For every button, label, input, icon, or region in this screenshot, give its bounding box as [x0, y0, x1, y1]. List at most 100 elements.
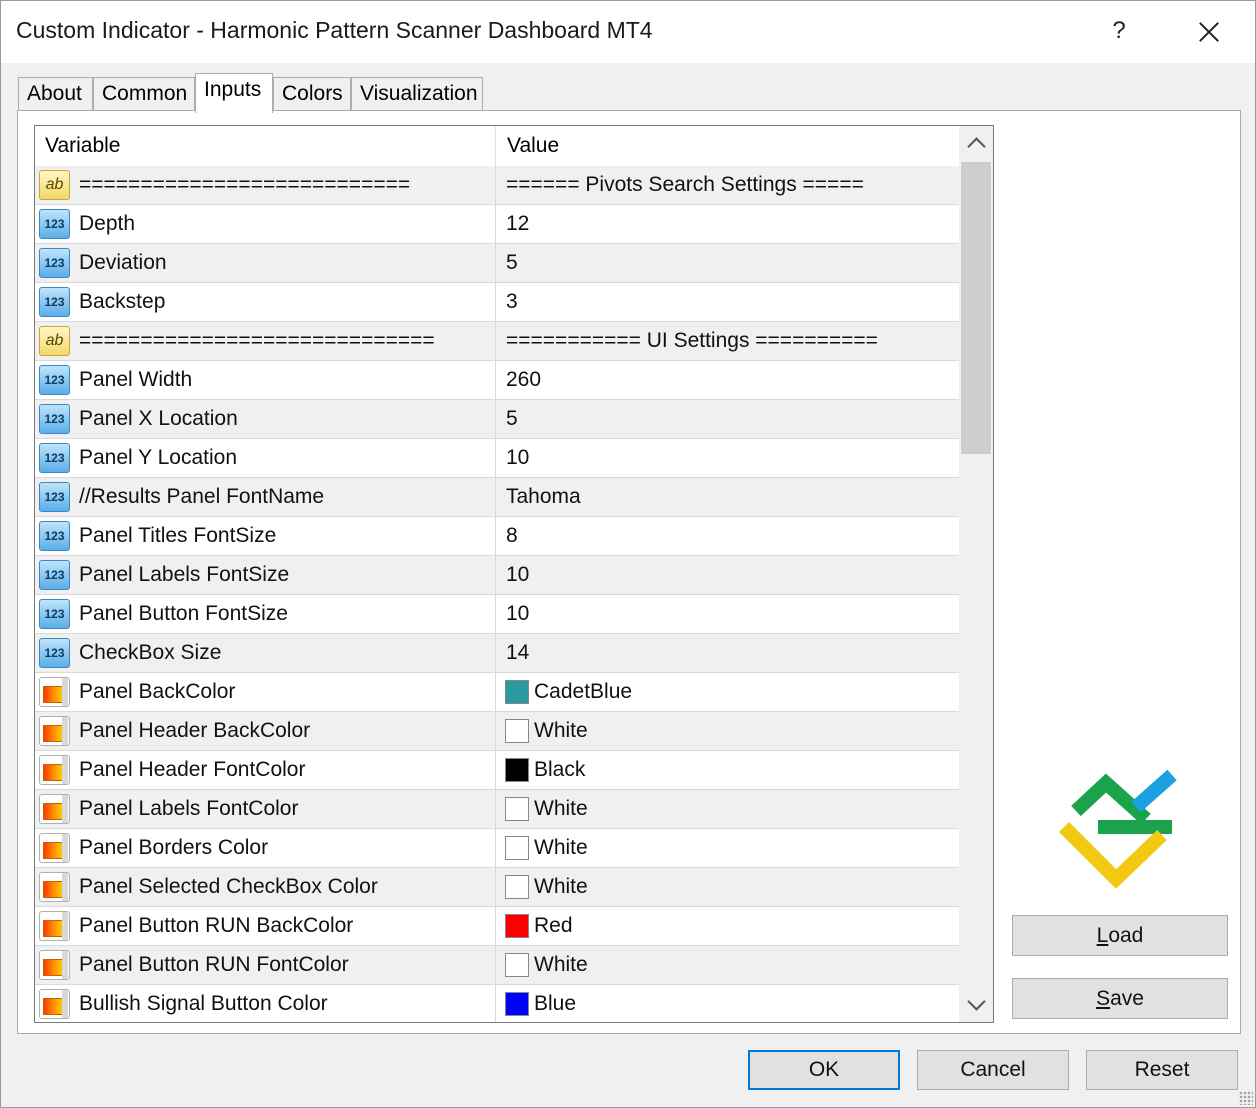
tab-about[interactable]: About: [18, 77, 93, 111]
table-row[interactable]: Panel Button RUN BackColor Red: [35, 907, 959, 946]
table-row[interactable]: 123 Panel Y Location 10: [35, 439, 959, 478]
variable-cell[interactable]: 123 Panel Button FontSize: [35, 595, 496, 633]
variable-cell[interactable]: 123 CheckBox Size: [35, 634, 496, 672]
variable-cell[interactable]: Panel Header FontColor: [35, 751, 496, 789]
table-row[interactable]: ab =========================== ====== Pivo…: [35, 166, 959, 205]
table-row[interactable]: Panel Header FontColor Black: [35, 751, 959, 790]
variable-cell[interactable]: Panel Header BackColor: [35, 712, 496, 750]
value-cell[interactable]: =========== UI Settings ==========: [497, 322, 959, 360]
variable-cell[interactable]: 123 Panel Titles FontSize: [35, 517, 496, 555]
value-cell[interactable]: 5: [497, 244, 959, 282]
column-header-value[interactable]: Value: [497, 126, 959, 166]
value-cell[interactable]: 8: [497, 517, 959, 555]
tab-visualization[interactable]: Visualization: [351, 77, 483, 111]
color-swatch: [505, 953, 529, 977]
help-button[interactable]: ?: [1097, 5, 1141, 57]
value-cell[interactable]: White: [497, 946, 959, 984]
table-row[interactable]: 123 Deviation 5: [35, 244, 959, 283]
variable-cell[interactable]: ab ===========================: [35, 166, 496, 204]
table-row[interactable]: 123 Backstep 3: [35, 283, 959, 322]
value-text: 10: [506, 563, 530, 586]
scroll-down-icon[interactable]: [959, 988, 993, 1022]
variable-cell[interactable]: Panel Button RUN FontColor: [35, 946, 496, 984]
variable-cell[interactable]: 123 Panel X Location: [35, 400, 496, 438]
litefinance-logo-icon: [1059, 769, 1177, 889]
color-type-icon: [39, 716, 70, 746]
variable-cell[interactable]: Panel BackColor: [35, 673, 496, 711]
resize-grip-icon[interactable]: [1239, 1091, 1253, 1105]
variable-cell[interactable]: Panel Labels FontColor: [35, 790, 496, 828]
value-cell[interactable]: Red: [497, 907, 959, 945]
table-row[interactable]: ab ============================= =========…: [35, 322, 959, 361]
value-cell[interactable]: White: [497, 868, 959, 906]
table-row[interactable]: 123 Panel X Location 5: [35, 400, 959, 439]
table-row[interactable]: Panel Labels FontColor White: [35, 790, 959, 829]
scroll-thumb[interactable]: [961, 162, 991, 454]
load-button[interactable]: Load: [1012, 915, 1228, 956]
color-type-icon: [39, 872, 70, 902]
tab-colors[interactable]: Colors: [273, 77, 351, 111]
value-cell[interactable]: 10: [497, 439, 959, 477]
value-text: 12: [506, 212, 530, 235]
variable-cell[interactable]: ab =============================: [35, 322, 496, 360]
variable-cell[interactable]: 123 Depth: [35, 205, 496, 243]
integer-type-icon: 123: [39, 521, 70, 551]
value-cell[interactable]: 14: [497, 634, 959, 672]
variable-name: Panel Button RUN BackColor: [79, 914, 354, 937]
value-cell[interactable]: 5: [497, 400, 959, 438]
variable-cell[interactable]: 123 //Results Panel FontName: [35, 478, 496, 516]
save-button[interactable]: Save: [1012, 978, 1228, 1019]
ok-button[interactable]: OK: [748, 1050, 900, 1090]
table-row[interactable]: 123 Panel Labels FontSize 10: [35, 556, 959, 595]
value-cell[interactable]: ====== Pivots Search Settings =====: [497, 166, 959, 204]
string-type-icon: ab: [39, 170, 70, 200]
scroll-up-icon[interactable]: [959, 126, 993, 160]
table-row[interactable]: Panel Borders Color White: [35, 829, 959, 868]
variable-cell[interactable]: Panel Button RUN BackColor: [35, 907, 496, 945]
variable-cell[interactable]: 123 Deviation: [35, 244, 496, 282]
cancel-button[interactable]: Cancel: [917, 1050, 1069, 1090]
value-text: ====== Pivots Search Settings =====: [506, 173, 864, 196]
value-cell[interactable]: 10: [497, 556, 959, 594]
variable-cell[interactable]: 123 Panel Y Location: [35, 439, 496, 477]
tab-common[interactable]: Common: [93, 77, 195, 111]
value-cell[interactable]: Black: [497, 751, 959, 789]
table-row[interactable]: Panel Selected CheckBox Color White: [35, 868, 959, 907]
variable-cell[interactable]: Bullish Signal Button Color: [35, 985, 496, 1022]
table-row[interactable]: Panel Header BackColor White: [35, 712, 959, 751]
variable-cell[interactable]: 123 Panel Labels FontSize: [35, 556, 496, 594]
variable-cell[interactable]: 123 Backstep: [35, 283, 496, 321]
value-cell[interactable]: 10: [497, 595, 959, 633]
color-type-icon: [39, 911, 70, 941]
string-type-icon: ab: [39, 326, 70, 356]
variable-cell[interactable]: 123 Panel Width: [35, 361, 496, 399]
table-row[interactable]: 123 //Results Panel FontName Tahoma: [35, 478, 959, 517]
table-row[interactable]: 123 Depth 12: [35, 205, 959, 244]
value-cell[interactable]: CadetBlue: [497, 673, 959, 711]
variable-cell[interactable]: Panel Borders Color: [35, 829, 496, 867]
value-cell[interactable]: White: [497, 790, 959, 828]
table-row[interactable]: 123 Panel Titles FontSize 8: [35, 517, 959, 556]
tab-inputs[interactable]: Inputs: [195, 73, 273, 113]
table-row[interactable]: 123 CheckBox Size 14: [35, 634, 959, 673]
vertical-scrollbar[interactable]: [959, 126, 993, 1022]
variable-cell[interactable]: Panel Selected CheckBox Color: [35, 868, 496, 906]
value-cell[interactable]: White: [497, 712, 959, 750]
reset-button[interactable]: Reset: [1086, 1050, 1238, 1090]
value-cell[interactable]: 12: [497, 205, 959, 243]
table-row[interactable]: Panel Button RUN FontColor White: [35, 946, 959, 985]
close-icon[interactable]: [1185, 5, 1233, 57]
value-cell[interactable]: Blue: [497, 985, 959, 1022]
value-text: White: [534, 953, 588, 976]
table-row[interactable]: 123 Panel Button FontSize 10: [35, 595, 959, 634]
table-row[interactable]: Bullish Signal Button Color Blue: [35, 985, 959, 1022]
variable-name: ===========================: [79, 173, 411, 196]
value-cell[interactable]: Tahoma: [497, 478, 959, 516]
value-text: 8: [506, 524, 518, 547]
table-row[interactable]: Panel BackColor CadetBlue: [35, 673, 959, 712]
value-cell[interactable]: White: [497, 829, 959, 867]
column-header-variable[interactable]: Variable: [35, 126, 496, 166]
value-cell[interactable]: 260: [497, 361, 959, 399]
value-cell[interactable]: 3: [497, 283, 959, 321]
table-row[interactable]: 123 Panel Width 260: [35, 361, 959, 400]
